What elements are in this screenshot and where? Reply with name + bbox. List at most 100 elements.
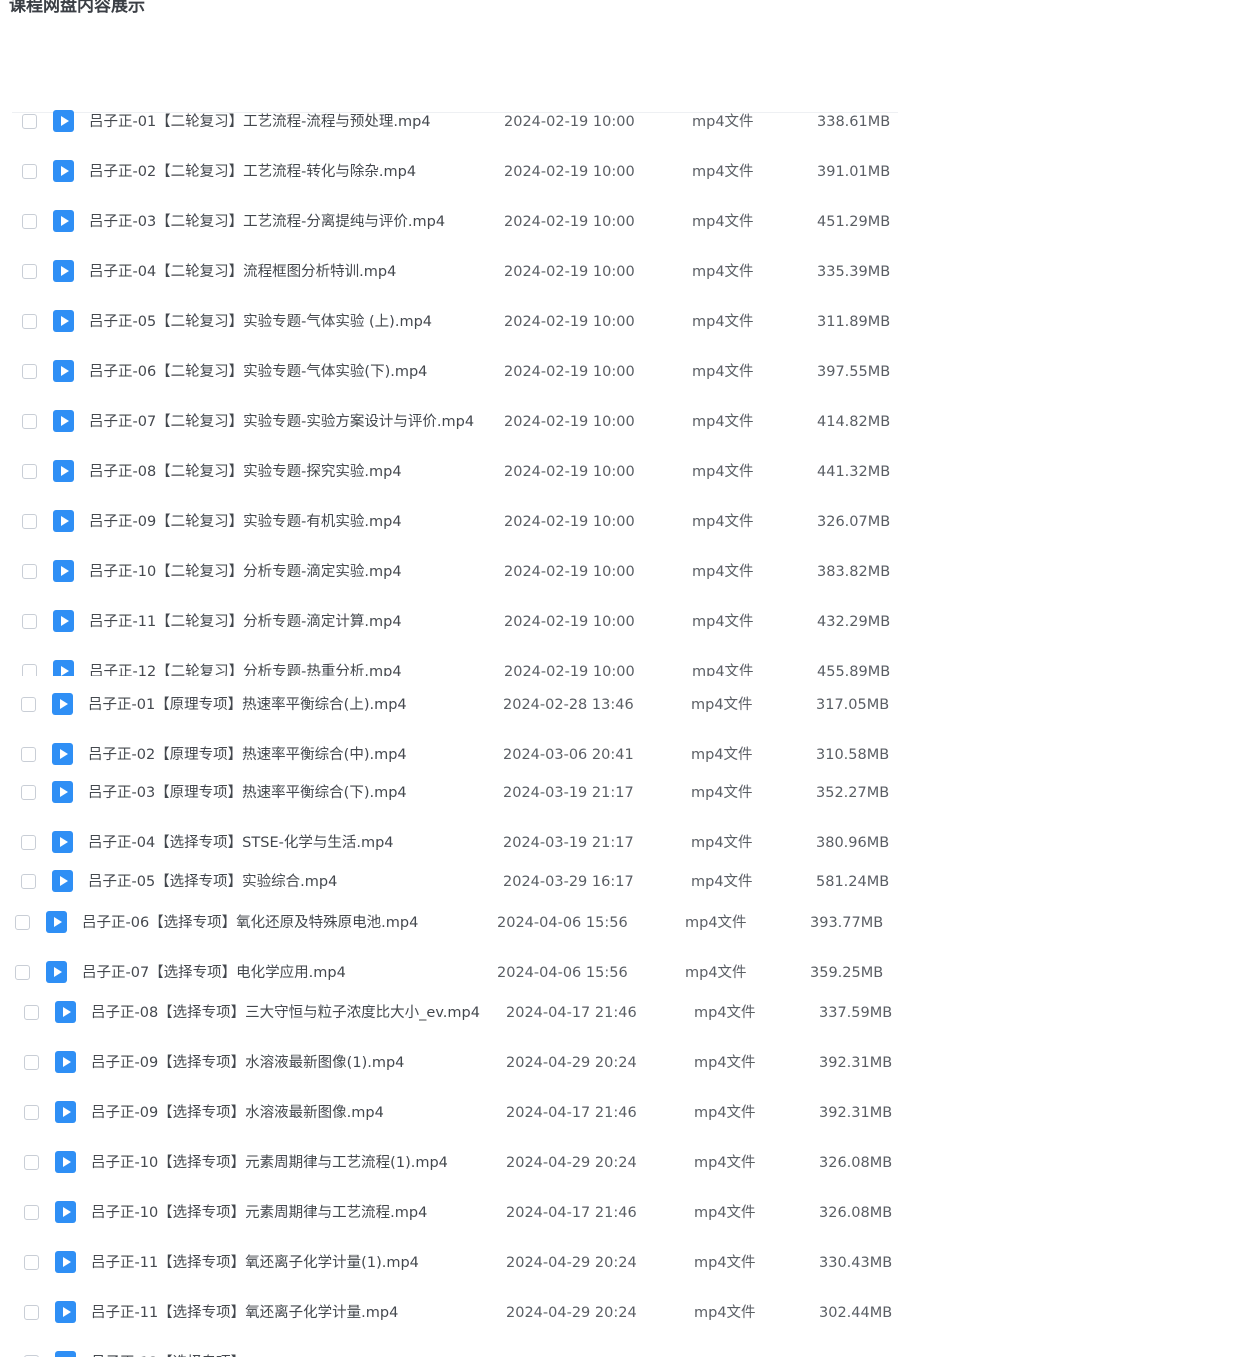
file-row[interactable]: 吕子正-10【选择专项】元素周期律与工艺流程(1).mp4 2024-04-29 … bbox=[2, 1149, 922, 1179]
file-name[interactable]: 吕子正-12【二轮复习】分析专题-热重分析.mp4 bbox=[89, 658, 481, 676]
file-type: mp4文件 bbox=[691, 785, 753, 801]
row-checkbox[interactable] bbox=[24, 1005, 39, 1020]
row-checkbox[interactable] bbox=[21, 874, 36, 889]
file-type: mp4文件 bbox=[694, 1005, 756, 1021]
file-name[interactable]: 吕子正-02【二轮复习】工艺流程-转化与除杂.mp4 bbox=[89, 158, 481, 186]
file-row[interactable]: 吕子正-03【二轮复习】工艺流程-分离提纯与评价.mp4 2024-02-19 1… bbox=[0, 208, 920, 238]
row-checkbox[interactable] bbox=[22, 314, 37, 329]
row-checkbox[interactable] bbox=[24, 1305, 39, 1320]
file-type: mp4文件 bbox=[692, 314, 754, 330]
row-checkbox[interactable] bbox=[24, 1205, 39, 1220]
video-file-icon bbox=[55, 1151, 76, 1173]
row-checkbox[interactable] bbox=[22, 464, 37, 479]
file-row[interactable]: 吕子正-05【二轮复习】实验专题-气体实验 (上).mp4 2024-02-19 … bbox=[0, 308, 920, 338]
row-checkbox[interactable] bbox=[22, 514, 37, 529]
row-checkbox[interactable] bbox=[22, 114, 37, 129]
file-name[interactable]: 吕子正-05【二轮复习】实验专题-气体实验 (上).mp4 bbox=[89, 308, 481, 336]
file-row[interactable]: 吕子正-04【选择专项】STSE-化学与生活.mp4 2024-03-19 21:… bbox=[0, 829, 919, 859]
file-name[interactable]: 吕子正-03【原理专项】热速率平衡综合(下).mp4 bbox=[88, 779, 480, 807]
file-row[interactable]: 吕子正-06【选择专项】氧化还原及特殊原电池.mp4 2024-04-06 15:… bbox=[0, 909, 913, 939]
file-name[interactable]: 吕子正-09【二轮复习】实验专题-有机实验.mp4 bbox=[89, 508, 481, 536]
file-size: 317.05MB bbox=[816, 697, 890, 713]
row-checkbox[interactable] bbox=[15, 965, 30, 980]
file-name[interactable]: 吕子正-03【二轮复习】工艺流程-分离提纯与评价.mp4 bbox=[89, 208, 481, 236]
file-name[interactable]: 吕子正-01【原理专项】热速率平衡综合(上).mp4 bbox=[88, 691, 480, 719]
video-file-icon bbox=[53, 460, 74, 482]
file-row[interactable]: 吕子正-09【二轮复习】实验专题-有机实验.mp4 2024-02-19 10:0… bbox=[0, 508, 920, 538]
file-name[interactable]: 吕子正-04【选择专项】STSE-化学与生活.mp4 bbox=[88, 829, 480, 857]
file-list-panel: 吕子正-01【原理专项】热速率平衡综合(上).mp4 2024-02-28 13:… bbox=[0, 676, 1250, 776]
file-row[interactable]: 吕子正-08【选择专项】三大守恒与粒子浓度比大小_ev.mp4 2024-04-1… bbox=[2, 999, 922, 1029]
row-checkbox[interactable] bbox=[22, 664, 37, 676]
file-name[interactable]: 吕子正-07【二轮复习】实验专题-实验方案设计与评价.mp4 bbox=[89, 408, 481, 436]
file-size: 326.07MB bbox=[817, 514, 891, 530]
video-file-icon bbox=[52, 781, 73, 803]
file-name[interactable]: 吕子正-10【选择专项】元素周期律与工艺流程(1).mp4 bbox=[91, 1149, 483, 1177]
video-file-icon bbox=[55, 1051, 76, 1073]
row-checkbox[interactable] bbox=[22, 264, 37, 279]
file-name[interactable]: 吕子正-02【原理专项】热速率平衡综合(中).mp4 bbox=[88, 741, 480, 769]
file-row[interactable]: 吕子正-01【二轮复习】工艺流程-流程与预处理.mp4 2024-02-19 10… bbox=[0, 108, 920, 138]
file-row[interactable]: 吕子正-01【原理专项】热速率平衡综合(上).mp4 2024-02-28 13:… bbox=[0, 691, 919, 721]
file-row[interactable]: 吕子正-10【二轮复习】分析专题-滴定实验.mp4 2024-02-19 10:0… bbox=[0, 558, 920, 588]
row-checkbox[interactable] bbox=[22, 614, 37, 629]
modified-date: 2024-03-29 16:17 bbox=[503, 874, 634, 890]
file-name[interactable]: 吕子正-09【选择专项】水溶液最新图像(1).mp4 bbox=[91, 1049, 483, 1077]
file-name[interactable]: 吕子正-04【二轮复习】流程框图分析特训.mp4 bbox=[89, 258, 481, 286]
file-name[interactable]: 吕子正-08【二轮复习】实验专题-探究实验.mp4 bbox=[89, 458, 481, 486]
file-name[interactable]: 吕子正-05【选择专项】实验综合.mp4 bbox=[88, 868, 480, 896]
file-row[interactable]: 吕子正-08【二轮复习】实验专题-探究实验.mp4 2024-02-19 10:0… bbox=[0, 458, 920, 488]
row-checkbox[interactable] bbox=[22, 164, 37, 179]
file-row[interactable]: 吕子正-09【选择专项】水溶液最新图像.mp4 2024-04-17 21:46 m… bbox=[2, 1099, 922, 1129]
modified-date: 2024-04-17 21:46 bbox=[506, 1105, 637, 1121]
modified-date: 2024-02-19 10:00 bbox=[504, 464, 635, 480]
file-name[interactable]: 吕子正-01【二轮复习】工艺流程-流程与预处理.mp4 bbox=[89, 108, 481, 136]
row-checkbox[interactable] bbox=[22, 364, 37, 379]
row-checkbox[interactable] bbox=[21, 785, 36, 800]
file-row[interactable]: 吕子正-09【选择专项】水溶液最新图像(1).mp4 2024-04-29 20:… bbox=[2, 1049, 922, 1079]
file-name[interactable]: 吕子正-09【选择专项】水溶液最新图像.mp4 bbox=[91, 1099, 483, 1127]
row-checkbox[interactable] bbox=[21, 697, 36, 712]
file-name[interactable]: 吕子正-10【二轮复习】分析专题-滴定实验.mp4 bbox=[89, 558, 481, 586]
file-row[interactable]: 吕子正-07【选择专项】电化学应用.mp4 2024-04-06 15:56 mp4… bbox=[0, 959, 913, 989]
file-row[interactable]: 吕子正-03【原理专项】热速率平衡综合(下).mp4 2024-03-19 21:… bbox=[0, 779, 919, 809]
file-row[interactable]: 吕子正-06【二轮复习】实验专题-气体实验(下).mp4 2024-02-19 1… bbox=[0, 358, 920, 388]
video-file-icon bbox=[53, 560, 74, 582]
file-name[interactable]: 吕子正-07【选择专项】电化学应用.mp4 bbox=[82, 959, 474, 987]
file-type: mp4文件 bbox=[694, 1155, 756, 1171]
video-file-icon bbox=[53, 410, 74, 432]
file-row[interactable]: 吕子正-07【二轮复习】实验专题-实验方案设计与评价.mp4 2024-02-19… bbox=[0, 408, 920, 438]
file-name[interactable]: 吕子正-11【二轮复习】分析专题-滴定计算.mp4 bbox=[89, 608, 481, 636]
file-row[interactable]: 吕子正-10【选择专项】元素周期律与工艺流程.mp4 2024-04-17 21:… bbox=[2, 1199, 922, 1229]
row-checkbox[interactable] bbox=[24, 1105, 39, 1120]
file-row[interactable]: 吕子正-02【原理专项】热速率平衡综合(中).mp4 2024-03-06 20:… bbox=[0, 741, 919, 771]
file-name[interactable]: 吕子正-11【选择专项】氧还离子化学计量.mp4 bbox=[91, 1299, 483, 1327]
file-row[interactable]: 吕子正-11【二轮复习】分析专题-滴定计算.mp4 2024-02-19 10:0… bbox=[0, 608, 920, 638]
row-checkbox[interactable] bbox=[24, 1255, 39, 1270]
video-file-icon bbox=[55, 1201, 76, 1223]
file-row[interactable]: 吕子正-05【选择专项】实验综合.mp4 2024-03-29 16:17 mp4文… bbox=[0, 868, 919, 898]
file-row[interactable]: 吕子正-11【选择专项】氧还离子化学计量.mp4 2024-04-29 20:24… bbox=[2, 1299, 922, 1329]
file-row[interactable]: 吕子正-02【二轮复习】工艺流程-转化与除杂.mp4 2024-02-19 10:… bbox=[0, 158, 920, 188]
row-checkbox[interactable] bbox=[22, 414, 37, 429]
row-checkbox[interactable] bbox=[24, 1055, 39, 1070]
row-checkbox[interactable] bbox=[15, 915, 30, 930]
file-name[interactable]: 吕子正-06【选择专项】氧化还原及特殊原电池.mp4 bbox=[82, 909, 474, 937]
row-checkbox[interactable] bbox=[21, 747, 36, 762]
file-row[interactable]: 吕子正-12【选择专项】 bbox=[2, 1349, 922, 1357]
row-checkbox[interactable] bbox=[22, 564, 37, 579]
file-name[interactable]: 吕子正-10【选择专项】元素周期律与工艺流程.mp4 bbox=[91, 1199, 483, 1227]
row-checkbox[interactable] bbox=[21, 835, 36, 850]
file-row[interactable]: 吕子正-04【二轮复习】流程框图分析特训.mp4 2024-02-19 10:00… bbox=[0, 258, 920, 288]
row-checkbox[interactable] bbox=[22, 214, 37, 229]
file-name[interactable]: 吕子正-11【选择专项】氧还离子化学计量(1).mp4 bbox=[91, 1249, 483, 1277]
file-row[interactable]: 吕子正-12【二轮复习】分析专题-热重分析.mp4 2024-02-19 10:0… bbox=[0, 658, 920, 676]
video-file-icon bbox=[53, 260, 74, 282]
file-name[interactable]: 吕子正-06【二轮复习】实验专题-气体实验(下).mp4 bbox=[89, 358, 481, 386]
file-name[interactable]: 吕子正-12【选择专项】 bbox=[91, 1349, 483, 1357]
file-size: 302.44MB bbox=[819, 1305, 893, 1321]
file-type: mp4文件 bbox=[685, 915, 747, 931]
file-row[interactable]: 吕子正-11【选择专项】氧还离子化学计量(1).mp4 2024-04-29 20… bbox=[2, 1249, 922, 1279]
row-checkbox[interactable] bbox=[24, 1155, 39, 1170]
file-name[interactable]: 吕子正-08【选择专项】三大守恒与粒子浓度比大小_ev.mp4 bbox=[91, 999, 483, 1027]
